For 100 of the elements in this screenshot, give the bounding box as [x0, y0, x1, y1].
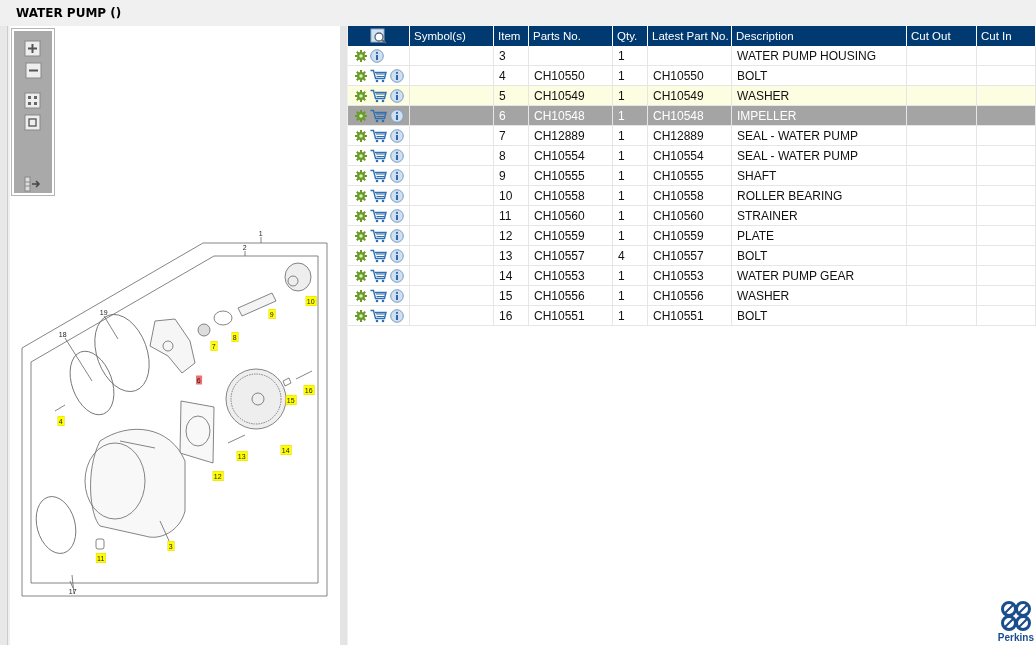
info-icon[interactable]	[389, 108, 404, 123]
cart-icon[interactable]	[369, 168, 387, 183]
info-icon[interactable]	[389, 288, 404, 303]
info-icon[interactable]	[389, 228, 404, 243]
table-cell: SEAL - WATER PUMP	[737, 128, 858, 143]
zoom-in-button[interactable]	[23, 40, 42, 58]
gear-icon[interactable]	[354, 189, 367, 202]
table-cell: 1	[618, 228, 625, 243]
brand-name: Perkins	[997, 632, 1034, 643]
gear-icon[interactable]	[354, 229, 367, 242]
table-cell: CH10558	[534, 188, 585, 203]
column-header[interactable]: Item	[493, 26, 529, 46]
gear-icon[interactable]	[354, 49, 367, 62]
info-icon[interactable]	[389, 68, 404, 83]
info-icon[interactable]	[389, 128, 404, 143]
table-cell: CH10560	[653, 208, 704, 223]
table-cell: CH10553	[534, 268, 585, 283]
fit-view-button[interactable]	[23, 92, 42, 111]
column-header[interactable]: Cut In	[976, 26, 1036, 46]
gear-icon[interactable]	[354, 129, 367, 142]
cart-icon[interactable]	[369, 188, 387, 203]
table-cell: BOLT	[737, 248, 768, 263]
gear-icon[interactable]	[354, 209, 367, 222]
table-cell: CH10550	[653, 68, 704, 83]
info-icon[interactable]	[389, 308, 404, 323]
column-header[interactable]: Description	[731, 26, 907, 46]
info-icon[interactable]	[389, 208, 404, 223]
zoom-out-button[interactable]	[23, 62, 42, 80]
table-cell: CH10553	[653, 268, 704, 283]
table-cell: 9	[499, 168, 506, 183]
cart-icon[interactable]	[369, 308, 387, 323]
cart-icon[interactable]	[369, 268, 387, 283]
info-icon[interactable]	[389, 268, 404, 283]
column-header[interactable]: Symbol(s)	[409, 26, 494, 46]
table-cell: CH10554	[534, 148, 585, 163]
table-cell: CH12889	[534, 128, 585, 143]
table-cell: 1	[618, 168, 625, 183]
table-cell: CH10548	[534, 108, 585, 123]
table-cell: 1	[618, 288, 625, 303]
cart-icon[interactable]	[369, 148, 387, 163]
gear-icon[interactable]	[354, 69, 367, 82]
table-cell: CH10551	[534, 308, 585, 323]
table-cell: 1	[618, 128, 625, 143]
window-title: WATER PUMP ()	[16, 6, 122, 20]
cart-icon[interactable]	[369, 288, 387, 303]
cart-icon[interactable]	[369, 248, 387, 263]
table-cell: CH10550	[534, 68, 585, 83]
gear-icon[interactable]	[354, 169, 367, 182]
table-cell: SEAL - WATER PUMP	[737, 148, 858, 163]
info-icon[interactable]	[389, 248, 404, 263]
table-cell: CH10557	[653, 248, 704, 263]
table-cell: CH10549	[653, 88, 704, 103]
column-header[interactable]: Qty.	[612, 26, 648, 46]
table-cell: CH10551	[653, 308, 704, 323]
table-cell: CH10560	[534, 208, 585, 223]
table-cell: 5	[499, 88, 506, 103]
table-cell: 1	[618, 48, 625, 63]
column-header[interactable]: Cut Out	[906, 26, 977, 46]
panel-toggle-button[interactable]	[23, 175, 42, 193]
gear-icon[interactable]	[354, 149, 367, 162]
cart-icon[interactable]	[369, 208, 387, 223]
column-header[interactable]: Latest Part No.	[647, 26, 732, 46]
gear-icon[interactable]	[354, 249, 367, 262]
table-cell: CH10558	[653, 188, 704, 203]
table-cell: CH10559	[534, 228, 585, 243]
cart-icon[interactable]	[369, 128, 387, 143]
table-cell: 1	[618, 308, 625, 323]
table-cell: 1	[618, 268, 625, 283]
table-cell: CH10554	[653, 148, 704, 163]
gear-icon[interactable]	[354, 309, 367, 322]
column-header[interactable]: Parts No.	[528, 26, 613, 46]
logo-icon	[999, 600, 1032, 632]
cart-icon[interactable]	[369, 88, 387, 103]
table-cell: 1	[618, 88, 625, 103]
table-cell: 4	[499, 68, 506, 83]
actual-size-button[interactable]	[23, 114, 42, 133]
table-cell: 1	[618, 148, 625, 163]
info-icon[interactable]	[389, 88, 404, 103]
table-cell: CH10559	[653, 228, 704, 243]
gear-icon[interactable]	[354, 89, 367, 102]
table-cell: PLATE	[737, 228, 775, 243]
table-cell: IMPELLER	[737, 108, 797, 123]
info-icon[interactable]	[389, 148, 404, 163]
cart-icon[interactable]	[369, 68, 387, 83]
table-cell: 1	[618, 208, 625, 223]
table-cell: 1	[618, 108, 625, 123]
table-cell: 15	[499, 288, 513, 303]
search-icon[interactable]	[369, 28, 387, 44]
info-icon[interactable]	[389, 168, 404, 183]
gear-icon[interactable]	[354, 289, 367, 302]
table-cell: CH10555	[534, 168, 585, 183]
table-cell: 1	[618, 188, 625, 203]
info-icon[interactable]	[369, 48, 384, 63]
info-icon[interactable]	[389, 188, 404, 203]
table-cell: WATER PUMP GEAR	[737, 268, 855, 283]
table-cell: WASHER	[737, 88, 790, 103]
table-cell: 6	[499, 108, 506, 123]
gear-icon[interactable]	[354, 269, 367, 282]
cart-icon[interactable]	[369, 228, 387, 243]
table-cell: 13	[499, 248, 513, 263]
